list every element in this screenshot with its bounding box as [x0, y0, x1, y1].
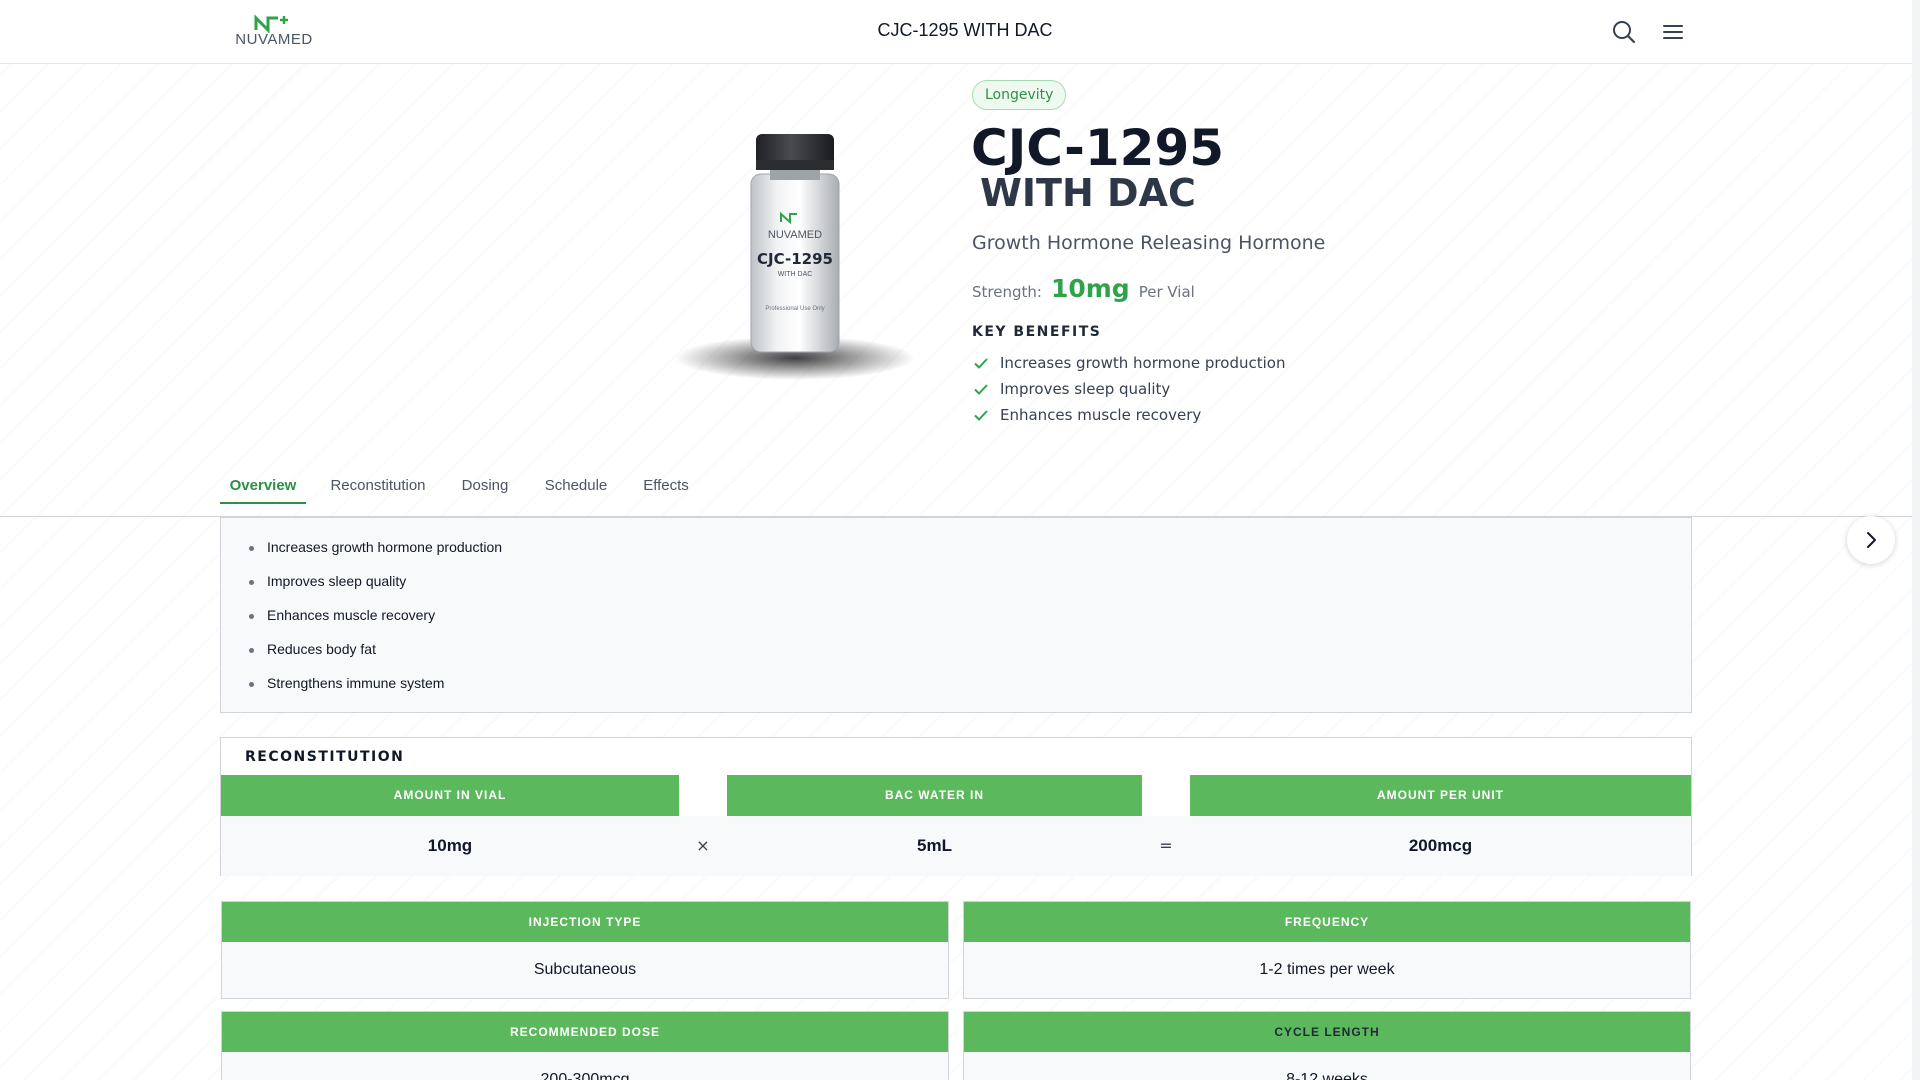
- list-item: Improves sleep quality: [247, 564, 502, 598]
- cycle-length-header: CYCLE LENGTH: [964, 1012, 1690, 1052]
- cycle-length-value: 8-12 weeks: [1286, 1071, 1368, 1080]
- chevron-right-icon: [1867, 532, 1876, 548]
- benefit-text: Increases growth hormone production: [1000, 354, 1286, 372]
- amount-in-vial-value: 10mg: [427, 836, 473, 855]
- page-scrollbar[interactable]: [1912, 0, 1920, 1080]
- recommended-dose-header: RECOMMENDED DOSE: [222, 1012, 948, 1052]
- site-header: NUVAMED CJC-1295 WITH DAC: [0, 0, 1912, 64]
- list-item: Enhances muscle recovery: [247, 598, 502, 632]
- bac-water-header: BAC WATER IN: [727, 775, 1142, 816]
- search-icon: [1613, 21, 1636, 44]
- strength-unit: Per Vial: [1138, 283, 1195, 301]
- bac-water-value: 5mL: [917, 836, 952, 855]
- list-item: Increases growth hormone production: [972, 350, 1285, 376]
- strength-value: 10mg: [1050, 274, 1130, 303]
- tab-overview[interactable]: Overview: [220, 466, 306, 504]
- tab-dosing[interactable]: Dosing: [452, 466, 518, 504]
- strength-row: Strength: 10mg Per Vial: [972, 274, 1195, 306]
- list-item: Increases growth hormone production: [247, 530, 502, 564]
- injection-type-value: Subcutaneous: [533, 961, 637, 978]
- cycle-length-card: CYCLE LENGTH 8-12 weeks: [963, 1011, 1691, 1080]
- vial-sub-text: WITH DAC: [778, 271, 813, 278]
- list-item: Strengthens immune system: [247, 666, 502, 700]
- overview-panel: Increases growth hormone production Impr…: [220, 517, 1692, 713]
- checkmark-icon: [974, 358, 988, 369]
- menu-button[interactable]: [1659, 18, 1687, 46]
- hamburger-menu-icon: [1663, 25, 1683, 39]
- vial-name-text: CJC-1295: [757, 250, 833, 268]
- times-symbol: ×: [696, 836, 710, 855]
- list-item: Reduces body fat: [247, 632, 502, 666]
- strength-label: Strength:: [972, 283, 1042, 301]
- vial-note-text: Professional Use Only: [765, 306, 824, 312]
- recommended-dose-value: 200-300mcg: [540, 1071, 630, 1080]
- amount-in-vial-header: AMOUNT IN VIAL: [221, 775, 679, 816]
- tab-effects[interactable]: Effects: [634, 466, 698, 504]
- next-arrow-button[interactable]: [1847, 516, 1895, 564]
- frequency-header: FREQUENCY: [964, 902, 1690, 942]
- checkmark-icon: [974, 384, 988, 395]
- frequency-value: 1-2 times per week: [1259, 961, 1395, 978]
- tab-schedule[interactable]: Schedule: [538, 466, 614, 504]
- frequency-card: FREQUENCY 1-2 times per week: [963, 901, 1691, 999]
- reconstitution-title: RECONSTITUTION: [245, 749, 405, 765]
- list-item: Enhances muscle recovery: [972, 402, 1285, 428]
- tab-reconstitution[interactable]: Reconstitution: [324, 466, 432, 504]
- checkmark-icon: [974, 410, 988, 421]
- reconstitution-card: RECONSTITUTION AMOUNT IN VIAL BAC WATER …: [220, 737, 1692, 876]
- key-benefits-list: Increases growth hormone production Impr…: [972, 350, 1285, 428]
- injection-type-card: INJECTION TYPE Subcutaneous: [221, 901, 949, 999]
- reconstitution-values-row: 10mg × 5mL = 200mcg: [221, 816, 1691, 876]
- benefit-text: Enhances muscle recovery: [1000, 406, 1202, 424]
- equals-symbol: =: [1159, 836, 1173, 855]
- amount-per-unit-value: 200mcg: [1408, 836, 1473, 855]
- list-item: Improves sleep quality: [972, 376, 1285, 402]
- product-name-variant: WITH DAC: [980, 171, 1196, 215]
- key-benefits-heading: KEY BENEFITS: [972, 324, 1102, 340]
- content-tabs: Overview Reconstitution Dosing Schedule …: [0, 466, 1912, 517]
- product-vial-image: NUVAMED CJC-1295 WITH DAC Professional U…: [660, 110, 930, 450]
- benefit-text: Improves sleep quality: [1000, 380, 1171, 398]
- overview-list: Increases growth hormone production Impr…: [247, 530, 502, 700]
- recommended-dose-card: RECOMMENDED DOSE 200-300mcg: [221, 1011, 949, 1080]
- category-badge[interactable]: Longevity: [972, 80, 1067, 110]
- vial-brand-text: NUVAMED: [768, 229, 822, 241]
- injection-type-header: INJECTION TYPE: [222, 902, 948, 942]
- amount-per-unit-header: AMOUNT PER UNIT: [1190, 775, 1691, 816]
- product-subtitle: Growth Hormone Releasing Hormone: [972, 232, 1326, 254]
- search-button[interactable]: [1610, 18, 1638, 46]
- product-name: CJC-1295: [971, 119, 1225, 177]
